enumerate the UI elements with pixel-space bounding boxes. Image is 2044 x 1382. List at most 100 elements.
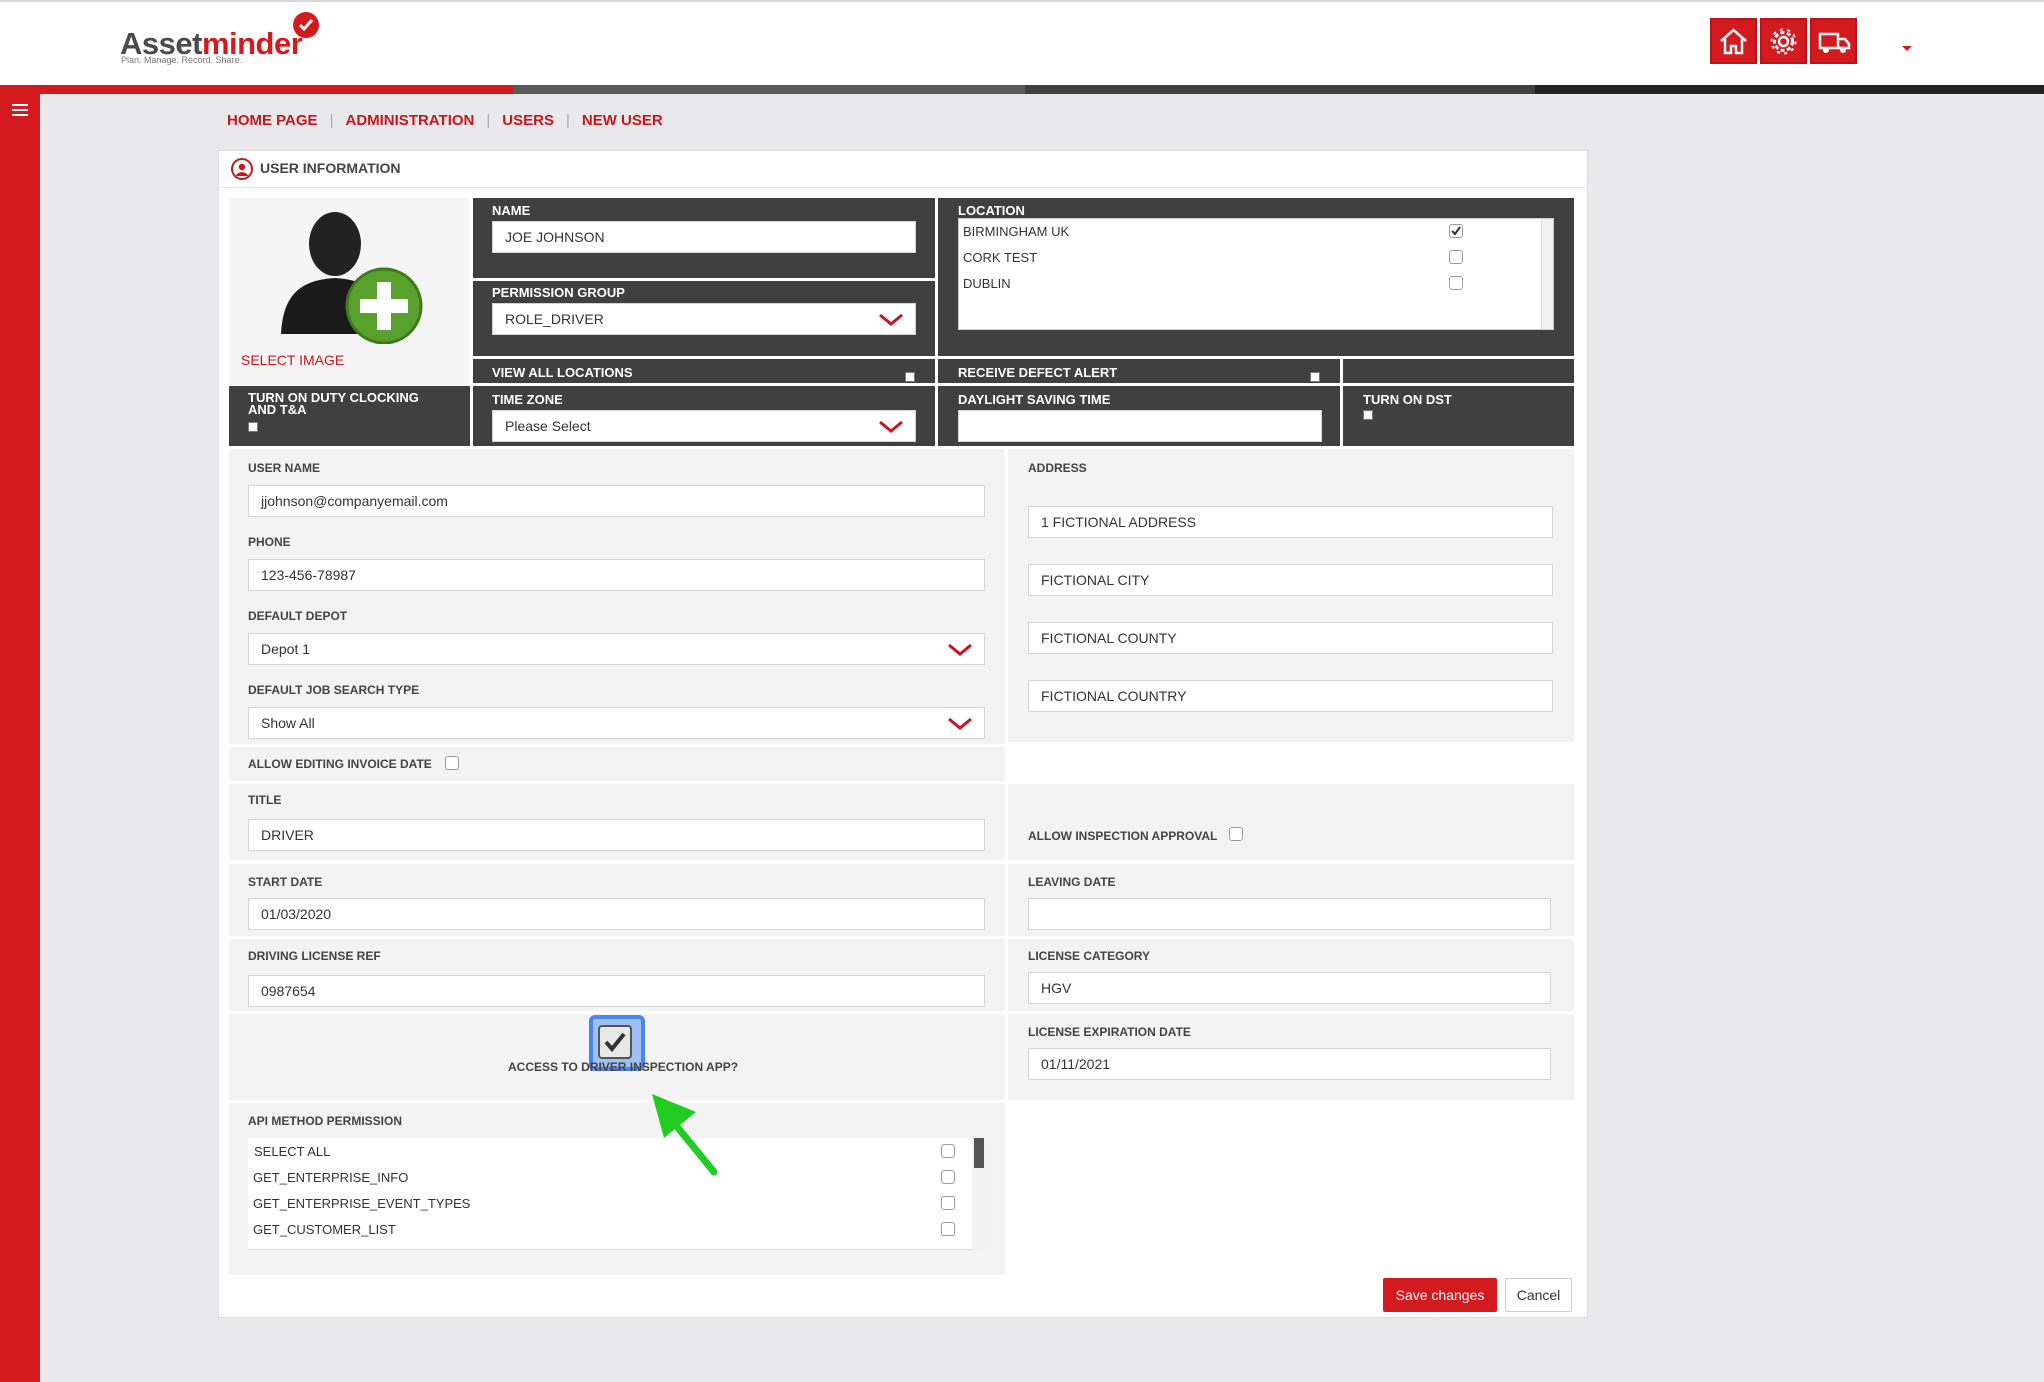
user-menu-caret-icon[interactable] (1902, 46, 1912, 51)
license-category-input[interactable]: HGV (1028, 972, 1551, 1004)
daylight-saving-input[interactable] (958, 410, 1322, 442)
allow-inspection-approval-checkbox[interactable] (1229, 827, 1243, 841)
driving-license-input[interactable]: 0987654 (248, 975, 985, 1007)
location-checkbox-dublin[interactable] (1449, 276, 1463, 290)
address-city-input[interactable]: FICTIONAL CITY (1028, 564, 1553, 596)
assetminder-logo[interactable]: Assetminder Plan. Manage. Record. Share. (120, 12, 319, 65)
default-depot-select[interactable]: Depot 1 (248, 633, 985, 665)
leaving-date-input[interactable] (1028, 898, 1551, 930)
panel-header (218, 150, 1588, 188)
chevron-down-icon (879, 420, 903, 433)
chevron-down-icon (948, 717, 972, 730)
api-item-get-enterprise-info: GET_ENTERPRISE_INFO (253, 1170, 409, 1185)
breadcrumb-separator: | (486, 112, 491, 129)
permission-group-label: PERMISSION GROUP (492, 285, 625, 300)
api-list-scrollbar-thumb[interactable] (974, 1138, 984, 1168)
daylight-saving-label: DAYLIGHT SAVING TIME (958, 392, 1111, 407)
default-job-search-value: Show All (261, 715, 315, 731)
api-checkbox-select-all[interactable] (941, 1144, 955, 1158)
turn-on-dst-label: TURN ON DST (1363, 392, 1452, 407)
license-expiration-label: LICENSE EXPIRATION DATE (1028, 1025, 1191, 1039)
default-job-search-label: DEFAULT JOB SEARCH TYPE (248, 683, 420, 697)
stripe-segment-dark (1025, 85, 1535, 94)
driver-app-checkbox[interactable] (598, 1025, 632, 1059)
driving-license-label: DRIVING LICENSE REF (248, 949, 381, 963)
location-list-scrollbar[interactable] (1541, 219, 1553, 329)
api-checkbox-get-enterprise-event-types[interactable] (941, 1196, 955, 1210)
api-item-select-all: SELECT ALL (254, 1144, 331, 1159)
save-changes-button[interactable]: Save changes (1383, 1278, 1497, 1312)
time-zone-value: Please Select (505, 418, 591, 434)
api-item-get-customer-list: GET_CUSTOMER_LIST (253, 1222, 396, 1237)
api-list-scrollbar[interactable] (972, 1138, 986, 1250)
duty-clocking-checkbox[interactable] (248, 422, 258, 432)
stripe-segment-gray (513, 85, 1025, 94)
settings-button[interactable] (1760, 18, 1807, 64)
breadcrumb-new-user[interactable]: NEW USER (582, 112, 663, 129)
start-date-label: START DATE (248, 875, 323, 889)
allow-editing-invoice-label: ALLOW EDITING INVOICE DATE (248, 757, 432, 771)
api-checkbox-get-enterprise-info[interactable] (941, 1170, 955, 1184)
receive-defect-alert-checkbox[interactable] (1310, 372, 1320, 382)
allow-inspection-approval-section (1008, 784, 1574, 860)
home-icon (1720, 28, 1747, 55)
default-job-search-select[interactable]: Show All (248, 707, 985, 739)
permission-group-value: ROLE_DRIVER (505, 311, 604, 327)
stripe-segment-black (1535, 85, 2044, 94)
sidebar (0, 94, 40, 1382)
hamburger-menu-icon[interactable] (12, 104, 28, 118)
user-name-input[interactable]: jjohnson@companyemail.com (248, 485, 985, 517)
home-button[interactable] (1710, 18, 1757, 64)
panel-title: USER INFORMATION (260, 160, 401, 176)
chevron-down-icon (879, 313, 903, 326)
breadcrumb-home[interactable]: HOME PAGE (227, 112, 318, 129)
view-all-locations-checkbox[interactable] (905, 372, 915, 382)
header-stripe (0, 85, 2044, 94)
chevron-down-icon (948, 643, 972, 656)
breadcrumb-administration[interactable]: ADMINISTRATION (345, 112, 474, 129)
start-date-input[interactable]: 01/03/2020 (248, 898, 985, 930)
allow-inspection-approval-label: ALLOW INSPECTION APPROVAL (1028, 829, 1218, 843)
user-name-label: USER NAME (248, 461, 321, 475)
phone-input[interactable]: 123-456-78987 (248, 559, 985, 591)
permission-group-select[interactable]: ROLE_DRIVER (492, 303, 916, 335)
default-depot-label: DEFAULT DEPOT (248, 609, 348, 623)
receive-defect-alert-label: RECEIVE DEFECT ALERT (958, 365, 1118, 380)
vehicles-button[interactable] (1810, 18, 1857, 64)
cancel-button[interactable]: Cancel (1505, 1278, 1572, 1312)
name-label: NAME (492, 203, 531, 218)
api-item-get-enterprise-event-types: GET_ENTERPRISE_EVENT_TYPES (253, 1196, 471, 1211)
title-input[interactable]: DRIVER (248, 819, 985, 851)
address-county-input[interactable]: FICTIONAL COUNTY (1028, 622, 1553, 654)
location-checkbox-birmingham[interactable] (1449, 224, 1463, 238)
gear-icon (1770, 28, 1797, 55)
address-line1-input[interactable]: 1 FICTIONAL ADDRESS (1028, 506, 1553, 538)
turn-on-dst-checkbox[interactable] (1363, 410, 1373, 420)
name-input[interactable]: JOE JOHNSON (492, 221, 916, 253)
breadcrumb-separator: | (565, 112, 570, 129)
breadcrumb-users[interactable]: USERS (502, 112, 554, 129)
time-zone-select[interactable]: Please Select (492, 410, 916, 442)
default-depot-value: Depot 1 (261, 641, 311, 657)
license-category-label: LICENSE CATEGORY (1028, 949, 1151, 963)
address-country-input[interactable]: FICTIONAL COUNTRY (1028, 680, 1553, 712)
user-circle-icon (231, 158, 253, 180)
time-zone-label: TIME ZONE (492, 392, 563, 407)
select-image-link[interactable]: SELECT IMAGE (241, 352, 344, 368)
view-all-locations-label: VIEW ALL LOCATIONS (492, 365, 633, 380)
duty-clocking-label-line2: AND T&A (248, 402, 307, 417)
breadcrumb-separator: | (329, 112, 334, 129)
logo-check-icon (293, 12, 319, 38)
location-item-dublin: DUBLIN (963, 276, 1011, 291)
location-label: LOCATION (958, 203, 1025, 218)
location-checkbox-cork-test[interactable] (1449, 250, 1463, 264)
green-arrow-annotation-icon (652, 1094, 718, 1176)
allow-editing-invoice-checkbox[interactable] (445, 756, 459, 770)
license-expiration-input[interactable]: 01/11/2021 (1028, 1048, 1551, 1080)
logo-tagline: Plan. Manage. Record. Share. (121, 55, 243, 65)
location-item-birmingham: BIRMINGHAM UK (963, 224, 1070, 239)
profile-placeholder-image[interactable] (273, 202, 423, 345)
driver-app-label: ACCESS TO DRIVER INSPECTION APP? (508, 1060, 739, 1074)
api-checkbox-get-customer-list[interactable] (941, 1222, 955, 1236)
title-label: TITLE (248, 793, 282, 807)
